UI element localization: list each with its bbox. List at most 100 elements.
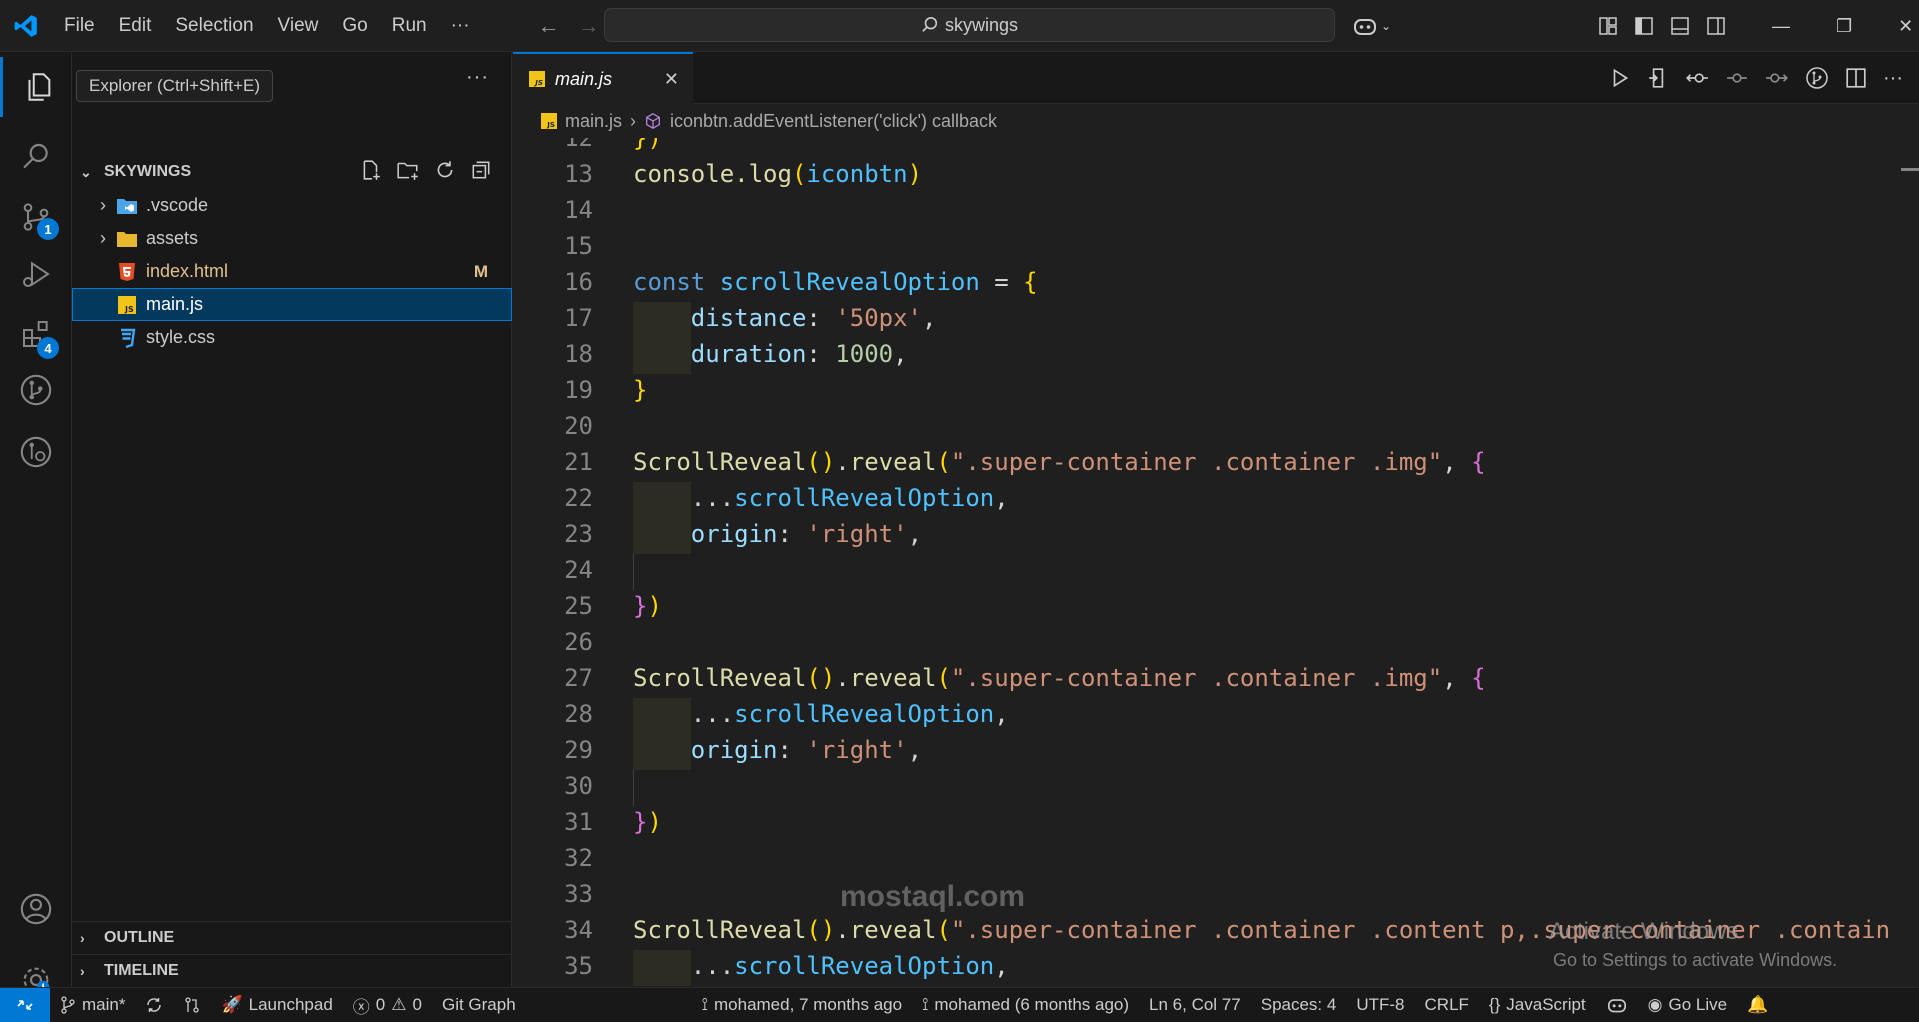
restore-icon[interactable]: ❐ <box>1836 16 1852 37</box>
scrollbar-marker <box>1901 168 1919 171</box>
git-commit-icon[interactable] <box>1725 67 1749 89</box>
command-center-search[interactable]: skywings <box>604 8 1335 42</box>
explorer-more-actions[interactable]: ··· <box>466 66 489 89</box>
problems-status[interactable]: ⓧ 0 ⚠ 0 <box>343 988 432 1022</box>
more-actions-icon[interactable]: ··· <box>1883 67 1903 90</box>
copilot-status[interactable] <box>1596 988 1638 1022</box>
error-icon: ⓧ <box>352 997 370 1017</box>
customize-layout-icon[interactable] <box>1598 16 1618 36</box>
cursor-position-status[interactable]: Ln 6, Col 77 <box>1139 988 1251 1022</box>
indentation-status[interactable]: Spaces: 4 <box>1251 988 1347 1022</box>
menu-view[interactable]: View <box>266 0 331 51</box>
menu-run[interactable]: Run <box>380 0 439 51</box>
open-changes-icon[interactable] <box>1647 67 1669 89</box>
outline-section-header[interactable]: › OUTLINE <box>72 921 512 953</box>
chevron-right-icon: › <box>100 228 106 248</box>
breadcrumb-file[interactable]: main.js <box>565 111 622 132</box>
chevron-right-icon: › <box>80 962 85 979</box>
sync-status[interactable] <box>135 988 173 1022</box>
chevron-down-icon: ⌄ <box>80 163 92 180</box>
tree-item-index-html[interactable]: index.html M <box>72 255 512 288</box>
tree-item-assets-folder[interactable]: › assets <box>72 222 512 255</box>
launchpad-status[interactable]: 🚀 Launchpad <box>211 988 342 1022</box>
tree-item-style-css[interactable]: style.css <box>72 321 512 354</box>
run-code-icon[interactable] <box>1609 67 1631 89</box>
eol-status[interactable]: CRLF <box>1415 988 1479 1022</box>
timeline-section-header[interactable]: › TIMELINE <box>72 954 512 986</box>
menu-edit[interactable]: Edit <box>107 0 164 51</box>
git-compare-status[interactable] <box>173 988 211 1022</box>
toggle-secondary-sidebar-icon[interactable] <box>1706 16 1726 36</box>
blame-line-status[interactable]: ⟟ mohamed, 7 months ago <box>692 988 912 1022</box>
copilot-menu[interactable]: ⌄ <box>1352 0 1391 52</box>
file-name: main.js <box>146 294 204 314</box>
back-arrow-icon[interactable]: ← <box>538 13 560 39</box>
branch-name: main* <box>82 995 126 1014</box>
git-graph-status[interactable]: Git Graph <box>432 988 526 1022</box>
branch-icon <box>61 996 75 1014</box>
split-editor-icon[interactable] <box>1845 67 1867 89</box>
new-file-icon[interactable] <box>360 159 382 181</box>
activate-windows-title: Activate Windows <box>1549 918 1739 945</box>
git-graph-icon[interactable] <box>1805 66 1829 90</box>
breadcrumb-symbol[interactable]: iconbtn.addEventListener('click') callba… <box>670 111 997 132</box>
activity-source-control[interactable]: 1 <box>0 187 72 247</box>
vscode-logo-icon[interactable] <box>0 0 52 52</box>
language-mode-status[interactable]: {} JavaScript <box>1479 988 1596 1022</box>
folder-icon <box>116 228 138 250</box>
tree-item-vscode-folder[interactable]: › .vscode <box>72 189 512 222</box>
next-change-icon[interactable] <box>1765 67 1789 89</box>
explorer-sidebar: Explorer (Ctrl+Shift+E) ··· ⌄ SKYWINGS ›… <box>72 52 512 987</box>
file-name: index.html <box>146 261 229 281</box>
error-count: 0 <box>375 995 386 1014</box>
remote-indicator[interactable] <box>0 987 50 1022</box>
css-file-icon <box>116 327 138 349</box>
go-live-status[interactable]: ◉ Go Live <box>1638 988 1737 1022</box>
svg-text:JS: JS <box>533 78 543 87</box>
blame-file-status[interactable]: ⟟ mohamed (6 months ago) <box>912 988 1139 1022</box>
menu-file[interactable]: File <box>52 0 107 51</box>
menu-more[interactable]: ··· <box>439 0 482 51</box>
previous-change-icon[interactable] <box>1685 67 1709 89</box>
git-branch-status[interactable]: main* <box>50 988 135 1022</box>
git-graph-icon <box>20 374 52 406</box>
git-compare-icon <box>185 997 200 1013</box>
activity-search[interactable] <box>0 127 72 187</box>
refresh-icon[interactable] <box>434 159 456 181</box>
activity-git-history[interactable] <box>0 422 72 482</box>
encoding-status[interactable]: UTF-8 <box>1346 988 1414 1022</box>
layout-controls <box>1598 0 1726 52</box>
explorer-root-header[interactable]: ⌄ SKYWINGS <box>72 157 512 187</box>
javascript-file-icon: JS <box>541 113 557 129</box>
menu-selection[interactable]: Selection <box>163 0 265 51</box>
tree-item-main-js[interactable]: JS main.js <box>72 288 512 321</box>
activity-explorer[interactable] <box>0 57 72 117</box>
notifications-status[interactable]: 🔔 <box>1737 988 1778 1022</box>
activity-git-graph[interactable] <box>0 360 72 420</box>
activity-run-debug[interactable] <box>0 244 72 304</box>
close-tab-icon[interactable]: ✕ <box>664 69 679 90</box>
forward-arrow-icon[interactable]: → <box>578 13 600 39</box>
broadcast-icon: ◉ <box>1647 995 1663 1014</box>
file-name: style.css <box>146 327 216 347</box>
activity-extensions[interactable]: 4 <box>0 304 72 364</box>
code-editor[interactable]: 12 }) 13 console.log(iconbtn) 14 15 16 c… <box>513 138 1919 987</box>
sync-icon <box>147 998 162 1012</box>
search-icon <box>23 143 48 169</box>
tab-main-js[interactable]: JS main.js ✕ <box>513 52 693 104</box>
launchpad-label: Launchpad <box>248 995 333 1014</box>
collapse-all-icon[interactable] <box>470 159 492 181</box>
language-label: JavaScript <box>1506 995 1586 1014</box>
minimize-icon[interactable]: — <box>1772 16 1790 37</box>
files-icon <box>28 73 50 101</box>
toggle-panel-icon[interactable] <box>1670 16 1690 36</box>
chevron-right-icon: › <box>80 929 85 946</box>
toggle-primary-sidebar-icon[interactable] <box>1634 16 1654 36</box>
chevron-right-icon: › <box>100 195 106 215</box>
close-window-icon[interactable]: ✕ <box>1898 16 1913 37</box>
git-graph-label: Git Graph <box>441 995 516 1014</box>
new-folder-icon[interactable] <box>396 159 420 181</box>
activity-accounts[interactable] <box>0 879 72 939</box>
menu-go[interactable]: Go <box>330 0 379 51</box>
svg-text:JS: JS <box>124 305 134 314</box>
